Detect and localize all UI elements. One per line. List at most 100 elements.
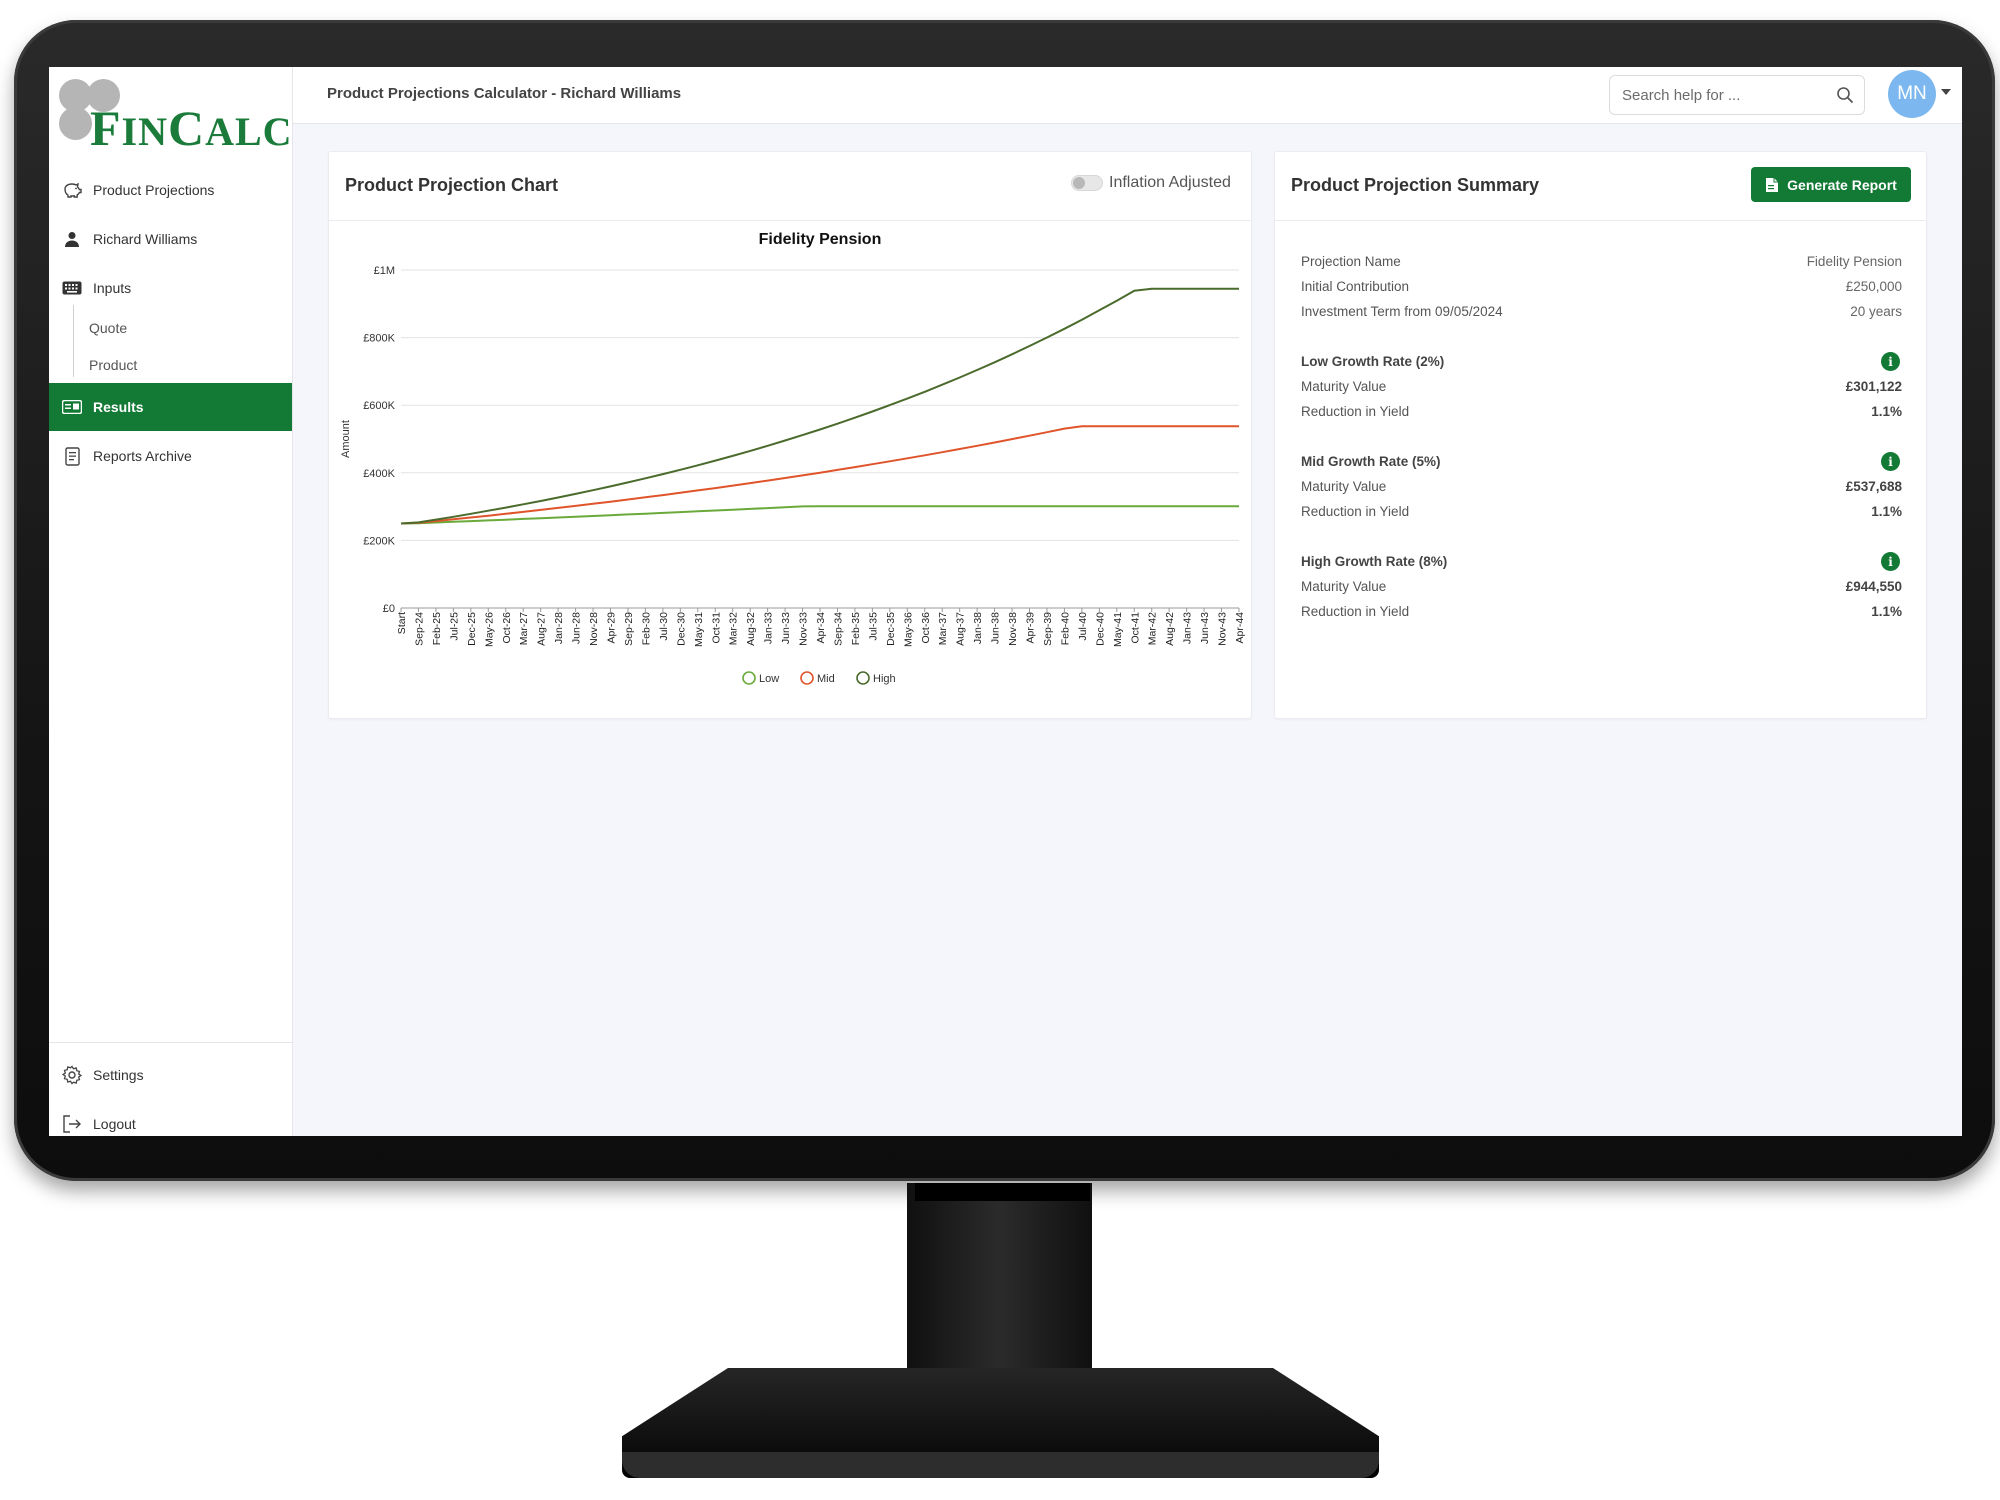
monitor-base-rim [622, 1452, 1379, 1478]
x-tick-label: Jan-33 [763, 612, 775, 644]
chart-card-title: Product Projection Chart [345, 175, 559, 195]
x-tick-label: Mar-27 [518, 612, 530, 645]
fincalc-logo[interactable]: FINCALC [57, 77, 292, 157]
low-maturity-value: £301,122 [1845, 379, 1902, 394]
sub-menu-line [73, 305, 74, 377]
low-reduction-in-yield-value: 1.1% [1871, 404, 1902, 419]
card-divider [1275, 220, 1926, 221]
series-line-low [400, 505, 1239, 525]
monitor-neck-shadow [915, 1183, 1090, 1201]
x-tick-label: Jan-43 [1182, 612, 1194, 644]
x-tick-label: Aug-27 [536, 612, 548, 646]
chart-card: Product Projection Chart Inflation Adjus… [328, 151, 1252, 719]
x-tick-label: Mar-42 [1147, 612, 1159, 645]
legend-marker-high [856, 671, 870, 685]
x-tick-label: May-31 [693, 612, 705, 647]
projection-name-label: Projection Name [1301, 254, 1401, 269]
x-tick-label: Apr-39 [1025, 612, 1037, 644]
x-tick-label: Nov-28 [588, 612, 600, 646]
x-tick-label: Oct-31 [710, 612, 722, 644]
search-icon[interactable] [1836, 86, 1854, 104]
avatar[interactable]: MN [1888, 70, 1936, 118]
inflation-adjusted-toggle[interactable] [1071, 175, 1103, 191]
x-tick-label: May-36 [902, 612, 914, 647]
top-header: Product Projections Calculator - Richard… [293, 67, 1962, 124]
x-tick-label: Jul-40 [1077, 612, 1089, 641]
maturity-value-label: Maturity Value [1301, 379, 1387, 394]
x-tick-label: Aug-32 [745, 612, 757, 646]
gear-icon [62, 1065, 82, 1085]
sidebar-item-reports-archive[interactable]: Reports Archive [49, 432, 292, 480]
info-icon[interactable]: i [1881, 352, 1900, 371]
sidebar-subitem-quote[interactable]: Quote [89, 320, 127, 336]
logout-icon [62, 1114, 82, 1134]
x-tick-label: Apr-34 [815, 612, 827, 644]
sidebar-item-settings[interactable]: Settings [49, 1051, 292, 1099]
summary-card: Product Projection Summary Generate Repo… [1274, 151, 1927, 719]
x-tick-label: Mar-32 [728, 612, 740, 645]
generate-report-label: Generate Report [1787, 176, 1897, 193]
x-tick-label: Start [396, 612, 408, 634]
y-tick-label: £0 [383, 603, 395, 615]
sidebar-item-label: Reports Archive [93, 448, 192, 464]
sidebar-item-logout[interactable]: Logout [49, 1100, 292, 1136]
reduction-in-yield-label: Reduction in Yield [1301, 404, 1410, 419]
initial-contribution-value: £250,000 [1845, 279, 1902, 294]
y-tick-label: £200K [363, 535, 395, 547]
x-tick-label: Sep-39 [1042, 612, 1054, 646]
info-icon[interactable]: i [1881, 552, 1900, 571]
series-line-high [400, 287, 1239, 525]
page-title: Product Projections Calculator - Richard… [327, 85, 682, 102]
info-icon[interactable]: i [1881, 452, 1900, 471]
x-tick-label: Jul-25 [448, 612, 460, 641]
report-file-icon [1766, 177, 1779, 192]
x-tick-label: Jun-38 [990, 612, 1002, 644]
x-tick-label: Jan-28 [553, 612, 565, 644]
app-screen: FINCALC Product Projections Richard Will… [49, 67, 1962, 1136]
search-input[interactable] [1620, 84, 1824, 106]
sidebar-item-results[interactable]: Results [49, 383, 292, 431]
projection-line-chart: Fidelity Pension Amount £0 £200K £400K £600K £… [340, 231, 1246, 685]
projection-name-value: Fidelity Pension [1806, 254, 1902, 269]
x-tick-label: Jun-33 [780, 612, 792, 644]
keyboard-icon [62, 278, 82, 298]
mid-maturity-value: £537,688 [1845, 479, 1902, 494]
y-tick-label: £600K [363, 400, 395, 412]
card-divider [329, 220, 1251, 221]
legend-label: Mid [817, 673, 835, 685]
x-tick-label: May-41 [1112, 612, 1124, 647]
sidebar-item-label: Inputs [93, 280, 132, 296]
mid-reduction-in-yield-value: 1.1% [1871, 504, 1902, 519]
search-box[interactable] [1609, 75, 1865, 115]
reduction-in-yield-label: Reduction in Yield [1301, 604, 1410, 619]
x-tick-label: Sep-34 [832, 612, 844, 646]
y-tick-label: £1M [374, 265, 395, 277]
document-icon [62, 446, 82, 466]
logo-text: FINCALC [90, 100, 293, 156]
sidebar-item-inputs[interactable]: Inputs [49, 264, 292, 312]
generate-report-button[interactable]: Generate Report [1751, 167, 1911, 202]
y-axis-label: Amount [340, 420, 352, 458]
x-tick-label: Feb-35 [850, 612, 862, 645]
sidebar-item-richard-williams[interactable]: Richard Williams [49, 215, 292, 263]
chevron-down-icon[interactable] [1941, 89, 1951, 95]
series-line-mid [400, 425, 1239, 525]
sidebar-item-product-projections[interactable]: Product Projections [49, 166, 292, 214]
legend-label: Low [759, 673, 779, 685]
x-tick-label: Aug-42 [1164, 612, 1176, 646]
high-growth-heading: High Growth Rate (8%) [1301, 554, 1448, 569]
x-tick-label: Aug-37 [955, 612, 967, 646]
x-tick-label: Oct-26 [501, 612, 513, 644]
x-tick-label: Feb-40 [1059, 612, 1071, 645]
x-tick-label: Jan-38 [972, 612, 984, 644]
inflation-adjusted-label: Inflation Adjusted [1109, 174, 1231, 191]
sidebar-item-label: Product Projections [93, 182, 215, 198]
high-maturity-value: £944,550 [1845, 579, 1902, 594]
x-tick-label: Oct-41 [1129, 612, 1141, 644]
high-reduction-in-yield-value: 1.1% [1871, 604, 1902, 619]
x-tick-label: Jul-30 [658, 612, 670, 641]
sidebar-subitem-product[interactable]: Product [89, 357, 137, 373]
sidebar-item-label: Logout [93, 1116, 136, 1132]
x-tick-label: Apr-44 [1234, 612, 1246, 644]
results-card-icon [62, 397, 82, 417]
